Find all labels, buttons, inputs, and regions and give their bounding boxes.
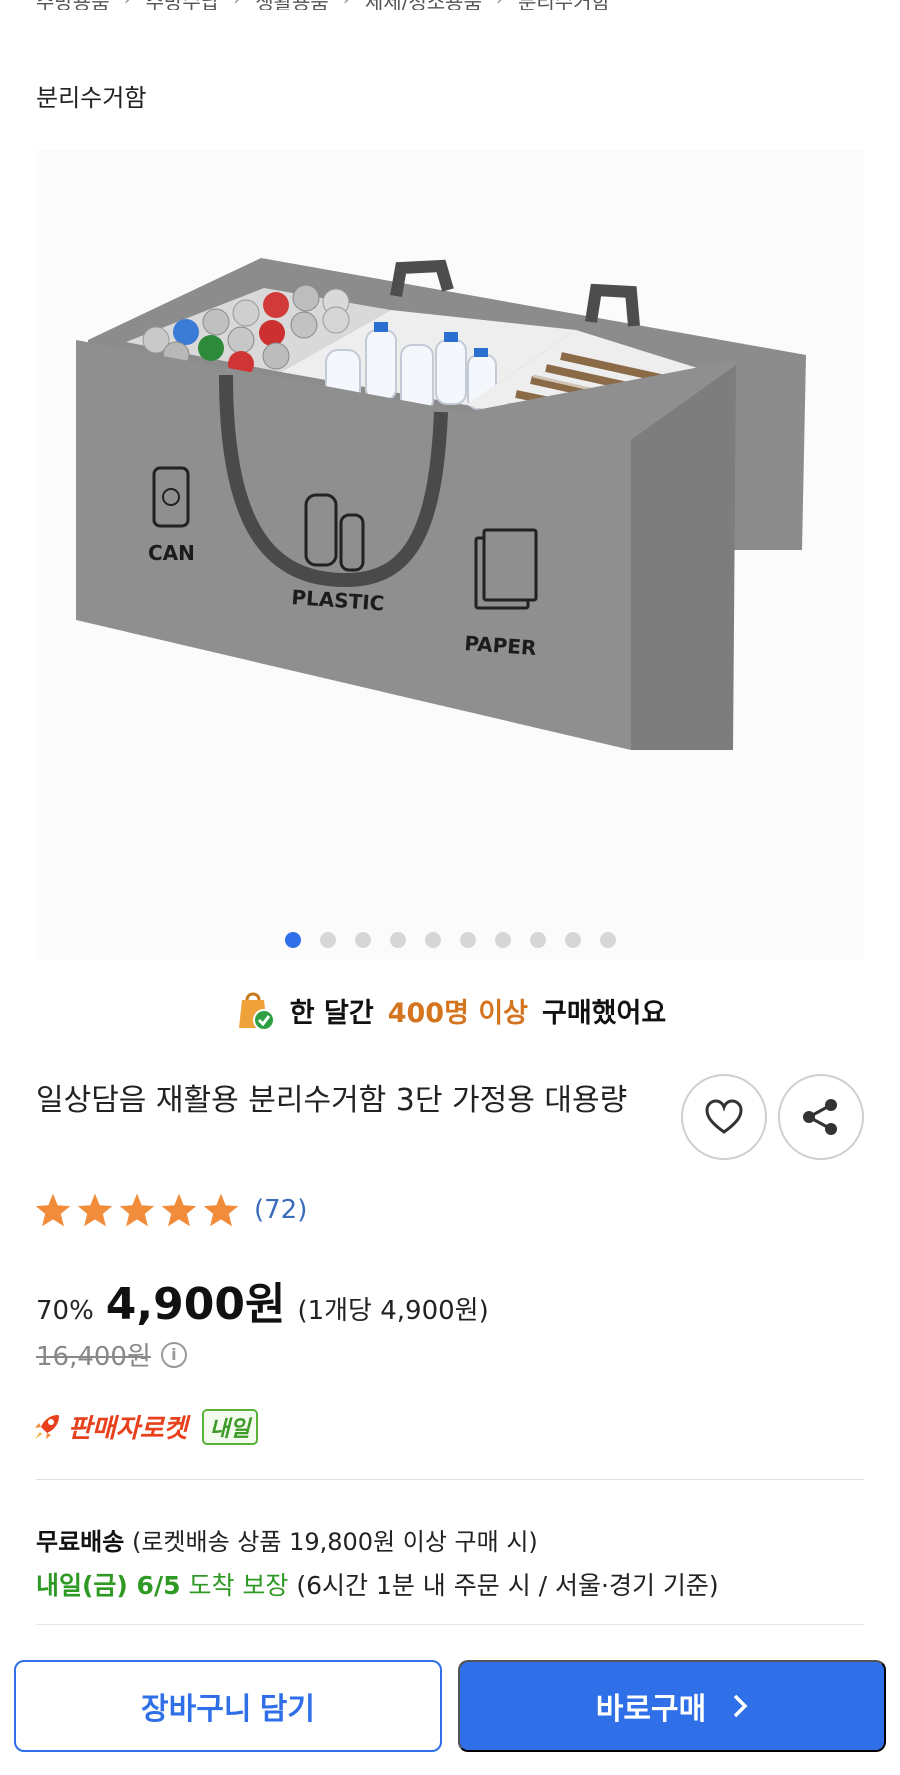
breadcrumb-item[interactable]: 생활용품 <box>255 0 329 10</box>
delivery-badge: 내일 <box>201 1408 259 1445</box>
gallery-dot[interactable] <box>565 932 581 948</box>
star-icon <box>161 1193 197 1227</box>
free-shipping-label: 무료배송 <box>36 1528 125 1556</box>
buy-now-button[interactable]: 바로구매 <box>458 1660 886 1752</box>
buy-now-label: 바로구매 <box>595 1693 707 1726</box>
share-icon <box>803 1099 837 1135</box>
original-price-row: 16,400원 i <box>36 1336 187 1373</box>
add-to-cart-button[interactable]: 장바구니 담기 <box>14 1660 442 1752</box>
product-image-gallery[interactable]: CAN PLASTIC PAPER <box>36 150 864 960</box>
breadcrumb-separator: › <box>233 0 241 10</box>
breadcrumb-item[interactable]: 주방수납 <box>146 0 220 10</box>
purchase-count-highlight: 400명 이상 <box>387 997 528 1029</box>
section-divider <box>36 1624 864 1625</box>
arrival-guarantee: 도착 보장 <box>188 1571 289 1600</box>
gallery-dot[interactable] <box>355 932 371 948</box>
gallery-dot[interactable] <box>530 932 546 948</box>
rocket-icon <box>35 1414 59 1439</box>
product-image: CAN PLASTIC PAPER <box>36 150 864 960</box>
breadcrumb-separator: › <box>124 0 132 10</box>
breadcrumb-separator: › <box>343 0 351 10</box>
purchase-count-banner: 한 달간 400명 이상 구매했어요 <box>0 988 900 1032</box>
gallery-dot[interactable] <box>460 932 476 948</box>
product-title: 일상담음 재활용 분리수거함 3단 가정용 대용량 <box>36 1083 628 1118</box>
price-row: 70% 4,900원 (1개당 4,900원) <box>36 1268 489 1332</box>
bag-label-paper: PAPER <box>464 631 538 660</box>
breadcrumb-item[interactable]: 분리수거함 <box>518 0 610 10</box>
arrival-date: 내일(금) 6/5 <box>36 1571 181 1600</box>
gallery-dot[interactable] <box>495 932 511 948</box>
star-icon <box>203 1193 239 1227</box>
review-count[interactable]: (72) <box>254 1195 307 1225</box>
purchase-count-suffix: 구매했어요 <box>542 997 667 1029</box>
wishlist-button[interactable] <box>681 1074 767 1160</box>
info-icon[interactable]: i <box>160 1341 187 1368</box>
shopping-bag-check-icon <box>234 988 276 1032</box>
star-icon <box>77 1193 113 1227</box>
star-icon <box>35 1193 71 1227</box>
rocket-delivery-label: 판매자로켓 <box>68 1414 188 1444</box>
gallery-dot[interactable] <box>285 932 301 948</box>
discount-rate: 70% <box>36 1296 94 1326</box>
chevron-right-icon <box>733 1694 748 1718</box>
product-rating[interactable]: (72) <box>34 1192 307 1228</box>
share-button[interactable] <box>778 1074 864 1160</box>
bag-label-can: CAN <box>148 541 195 565</box>
heart-icon <box>705 1099 743 1134</box>
category-label[interactable]: 분리수거함 <box>36 78 146 113</box>
rocket-delivery-row: 판매자로켓 내일 <box>32 1408 259 1445</box>
unit-price: (1개당 4,900원) <box>297 1296 489 1326</box>
original-price: 16,400원 <box>36 1342 151 1372</box>
arrival-condition: (6시간 1분 내 주문 시 / 서울·경기 기준) <box>296 1571 719 1600</box>
breadcrumb-item[interactable]: 주방용품 <box>36 0 110 10</box>
breadcrumb-separator: › <box>496 0 504 10</box>
breadcrumb-item[interactable]: 세제/청소용품 <box>365 0 482 10</box>
star-icon <box>119 1193 155 1227</box>
purchase-count-prefix: 한 달간 <box>289 997 374 1029</box>
gallery-dot[interactable] <box>425 932 441 948</box>
free-shipping-condition: (로켓배송 상품 19,800원 이상 구매 시) <box>131 1528 538 1556</box>
gallery-dot[interactable] <box>600 932 616 948</box>
gallery-dot[interactable] <box>390 932 406 948</box>
sale-price: 4,900원 <box>105 1279 286 1330</box>
section-divider <box>36 1479 864 1480</box>
shipping-fee-info: 무료배송 (로켓배송 상품 19,800원 이상 구매 시) <box>36 1522 538 1557</box>
gallery-dot[interactable] <box>320 932 336 948</box>
arrival-info: 내일(금) 6/5 도착 보장 (6시간 1분 내 주문 시 / 서울·경기 기… <box>36 1566 719 1602</box>
breadcrumb: 주방용품 › 주방수납 › 생활용품 › 세제/청소용품 › 분리수거함 <box>36 0 866 10</box>
gallery-pagination[interactable] <box>0 932 900 948</box>
